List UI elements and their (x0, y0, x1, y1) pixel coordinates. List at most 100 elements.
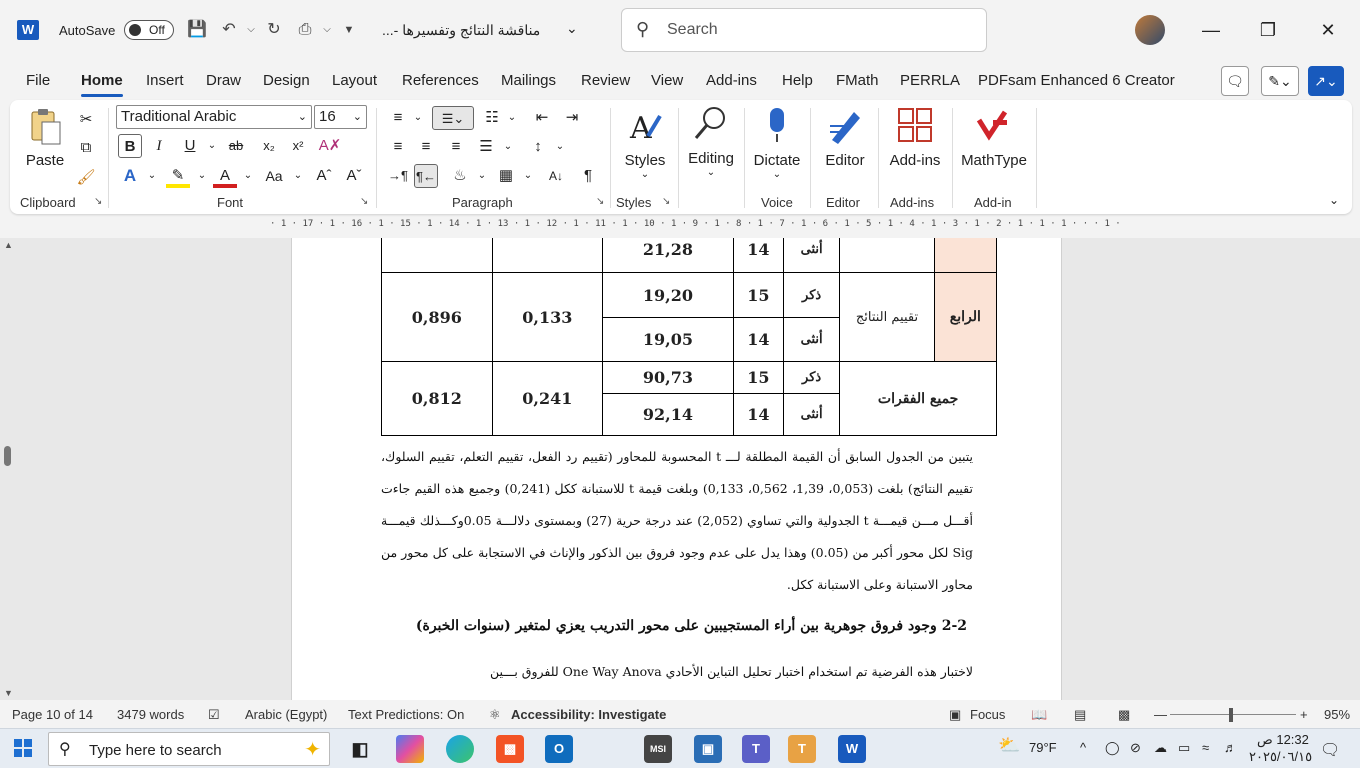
align-center-icon[interactable]: ≡ (414, 135, 438, 159)
tray-device-icon[interactable]: ◯ (1105, 740, 1120, 756)
numbering-icon[interactable]: ☰⌄ (432, 106, 474, 130)
scroll-up-icon[interactable]: ▲ (4, 240, 13, 250)
user-avatar[interactable] (1135, 15, 1165, 45)
change-case-dropdown-icon[interactable]: ⌄ (286, 164, 310, 188)
add-ins-button[interactable]: Add-ins (884, 106, 946, 169)
teams-icon[interactable]: T (742, 735, 770, 763)
show-marks-icon[interactable]: ¶ (576, 164, 600, 188)
wifi-icon[interactable]: ≈ (1202, 740, 1209, 755)
accessibility-status[interactable]: Accessibility: Investigate (511, 707, 666, 722)
tray-network-off-icon[interactable]: ⊘ (1130, 740, 1141, 756)
paste-button[interactable]: Paste (22, 106, 68, 169)
volume-icon[interactable]: ♬ (1224, 740, 1237, 755)
temperature[interactable]: 79°F (1029, 740, 1057, 755)
clipboard-launcher-icon[interactable]: ↘ (94, 196, 102, 207)
save-icon[interactable]: 💾 (186, 19, 208, 41)
tab-design[interactable]: Design (263, 72, 310, 89)
cut-icon[interactable]: ✂ (74, 108, 98, 132)
format-painter-icon[interactable]: 🖌 (74, 166, 98, 190)
multilevel-dropdown-icon[interactable]: ⌄ (500, 106, 524, 130)
windows-start-icon[interactable] (14, 739, 32, 757)
italic-icon[interactable]: I (147, 134, 171, 158)
justify-dropdown-icon[interactable]: ⌄ (496, 135, 520, 159)
web-layout-icon[interactable]: ▩ (1118, 707, 1130, 723)
document-page[interactable]: أنثى 14 21,28 الرابع تقييم النتائج ذكر 1… (291, 238, 1062, 700)
line-spacing-icon[interactable]: ↕ (526, 135, 550, 159)
editing-button[interactable]: Editing ⌄ (682, 104, 740, 178)
page-count[interactable]: Page 10 of 14 (12, 707, 93, 722)
tab-pdfsam[interactable]: PDFsam Enhanced 6 Creator (978, 72, 1175, 89)
copilot-icon[interactable] (396, 735, 424, 763)
autosave-toggle[interactable]: Off (124, 20, 174, 40)
line-spacing-dropdown-icon[interactable]: ⌄ (548, 135, 572, 159)
subscript-icon[interactable]: x₂ (257, 134, 281, 158)
comments-button[interactable]: 🗨 (1221, 66, 1249, 96)
shading-icon[interactable]: ♨ (448, 164, 472, 188)
edge-icon[interactable] (446, 735, 474, 763)
word-count[interactable]: 3479 words (117, 707, 184, 722)
undo-dropdown-icon[interactable]: ⌵ (240, 19, 262, 41)
title-chevron-down-icon[interactable]: ⌄ (566, 20, 578, 37)
tab-review[interactable]: Review (581, 72, 630, 89)
document-title[interactable]: مناقشة النتائج وتفسيرها -... (382, 22, 540, 39)
customize-qat-icon[interactable]: ▼ (338, 19, 360, 41)
text-predictions-status[interactable]: Text Predictions: On (348, 707, 464, 722)
tab-insert[interactable]: Insert (146, 72, 184, 89)
zoom-slider[interactable] (1170, 714, 1296, 715)
justify-icon[interactable]: ☰ (474, 135, 498, 159)
share-button[interactable]: ↗⌄ (1308, 66, 1344, 96)
borders-icon[interactable]: ▦ (494, 164, 518, 188)
restore-icon[interactable]: ❐ (1253, 17, 1283, 43)
horizontal-ruler[interactable]: · 1 · 17 · 1 · 16 · 1 · 15 · 1 · 14 · 1 … (270, 218, 1350, 236)
tab-draw[interactable]: Draw (206, 72, 241, 89)
store-icon[interactable]: ▩ (496, 735, 524, 763)
shrink-font-icon[interactable]: Aˇ (342, 164, 366, 188)
zoom-out-icon[interactable]: — (1154, 707, 1167, 722)
paste-format-icon[interactable]: ⎙ (294, 19, 316, 41)
clear-formatting-icon[interactable]: A✗ (318, 134, 342, 158)
font-color-dropdown-icon[interactable]: ⌄ (236, 164, 260, 188)
read-mode-icon[interactable]: 📖 (1031, 707, 1047, 723)
grow-font-icon[interactable]: Aˆ (312, 164, 336, 188)
search-box[interactable]: ⚲ Search (621, 8, 987, 52)
undo-icon[interactable]: ↶ (218, 19, 240, 41)
styles-launcher-icon[interactable]: ↘ (662, 196, 670, 207)
redo-icon[interactable]: ↻ (263, 19, 285, 41)
zoom-in-icon[interactable]: + (1300, 707, 1308, 722)
clock-date[interactable]: ٢٠٢٥/٠٦/١٥ (1249, 749, 1312, 765)
scroll-thumb[interactable] (4, 446, 11, 466)
rtl-paragraph-icon[interactable]: ¶← (414, 164, 438, 188)
vertical-scrollbar[interactable]: ▲ ▼ (0, 238, 16, 700)
underline-dropdown-icon[interactable]: ⌄ (200, 134, 224, 158)
outlook-icon[interactable]: O (545, 735, 573, 763)
teams-active-icon[interactable]: T (788, 735, 816, 763)
highlight-icon[interactable]: ✎ (166, 164, 190, 188)
bold-icon[interactable]: B (118, 134, 142, 158)
msi-icon[interactable]: MSI (644, 735, 672, 763)
tab-add-ins[interactable]: Add-ins (706, 72, 757, 89)
zoom-level[interactable]: 95% (1324, 707, 1350, 722)
copy-icon[interactable]: ⧉ (74, 136, 98, 160)
align-left-icon[interactable]: ≡ (386, 135, 410, 159)
tab-mailings[interactable]: Mailings (501, 72, 556, 89)
close-icon[interactable]: ✕ (1313, 17, 1343, 43)
mathtype-button[interactable]: MathType (958, 106, 1030, 169)
minimize-icon[interactable]: — (1196, 17, 1226, 43)
focus-button[interactable]: Focus (970, 707, 1005, 722)
paste-dropdown-icon[interactable]: ⌵ (316, 19, 338, 41)
shading-dropdown-icon[interactable]: ⌄ (470, 164, 494, 188)
bullets-dropdown-icon[interactable]: ⌄ (406, 106, 430, 130)
align-right-icon[interactable]: ≡ (444, 135, 468, 159)
task-view-icon[interactable]: ◧ (346, 735, 374, 763)
paragraph-launcher-icon[interactable]: ↘ (596, 196, 604, 207)
tray-chevron-icon[interactable]: ^ (1080, 740, 1086, 755)
change-case-icon[interactable]: Aa (262, 164, 286, 188)
editing-mode-button[interactable]: ✎⌄ (1261, 66, 1299, 96)
font-launcher-icon[interactable]: ↘ (360, 196, 368, 207)
word-taskbar-icon[interactable]: W (838, 735, 866, 763)
dictate-button[interactable]: Dictate ⌄ (750, 106, 804, 180)
ltr-paragraph-icon[interactable]: →¶ (386, 164, 410, 188)
file-explorer-icon[interactable]: ▣ (694, 735, 722, 763)
scroll-down-icon[interactable]: ▼ (4, 688, 13, 698)
decrease-indent-icon[interactable]: ⇤ (530, 106, 554, 130)
